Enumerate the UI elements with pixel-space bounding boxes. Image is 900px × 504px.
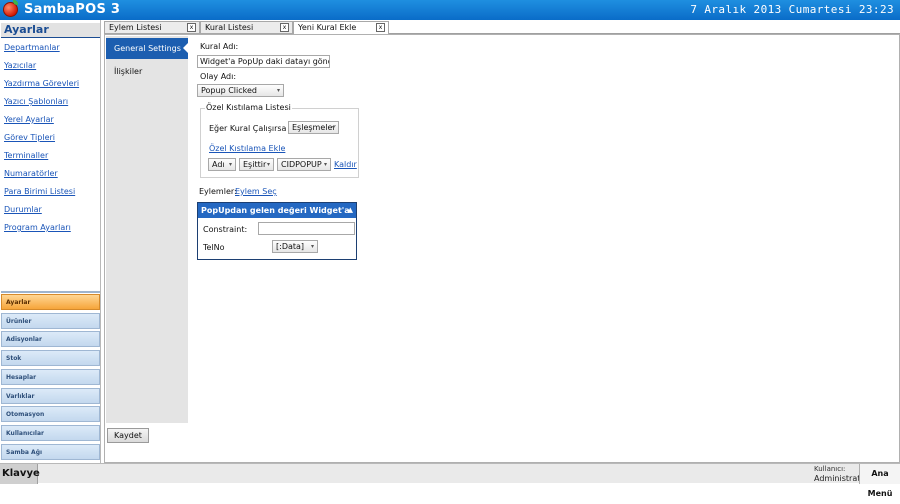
keyboard-button[interactable]: Klavye <box>0 464 40 484</box>
user-label: Kullanıcı: <box>814 465 846 473</box>
add-constraint-link[interactable]: Özel Kıstılama Ekle <box>209 144 285 153</box>
sidebar-link-yazicilar[interactable]: Yazıcılar <box>4 60 79 78</box>
sidebar-link-program-ayarlari[interactable]: Program Ayarları <box>4 222 79 240</box>
nav-button-kullanicilar[interactable]: Kullanıcılar <box>1 425 100 441</box>
sidebar-link-numaratorler[interactable]: Numaratörler <box>4 168 79 186</box>
tomato-logo-icon <box>3 0 18 17</box>
chevron-down-icon: ▾ <box>276 87 280 94</box>
sidebar-link-yazdirma-gorevleri[interactable]: Yazdırma Görevleri <box>4 78 79 96</box>
sidebar-divider <box>1 291 100 293</box>
section-list: General Settings İlişkiler <box>106 36 188 423</box>
nav-button-stok[interactable]: Stok <box>1 350 100 366</box>
tab-kural-listesi[interactable]: Kural Listesi x <box>200 21 293 34</box>
nav-button-ayarlar[interactable]: Ayarlar <box>1 294 100 310</box>
sidebar-link-durumlar[interactable]: Durumlar <box>4 204 79 222</box>
chevron-down-icon: ▾ <box>323 161 327 168</box>
collapse-chevron-icon[interactable]: ▲ <box>348 203 353 218</box>
settings-sidebar: Ayarlar Departmanlar Yazıcılar Yazdırma … <box>0 20 101 463</box>
match-label: Eğer Kural Çalışırsa <box>209 124 287 133</box>
select-action-link[interactable]: Eylem Seç <box>235 187 277 196</box>
tab-eylem-listesi[interactable]: Eylem Listesi x <box>104 21 200 34</box>
event-name-select[interactable]: Popup Clicked ▾ <box>197 84 284 97</box>
constraint-operator-select[interactable]: Eşittir ▾ <box>239 158 274 171</box>
sidebar-link-terminaller[interactable]: Terminaller <box>4 150 79 168</box>
match-select[interactable]: Eşleşmeler ▾ <box>288 121 339 134</box>
title-bar: SambaPOS 3 7 Aralık 2013 Cumartesi 23:23 <box>0 0 900 20</box>
sidebar-link-yazici-sablonlari[interactable]: Yazıcı Şablonları <box>4 96 79 114</box>
status-bar: Klavye Kullanıcı: Administrator Ana Menü <box>0 463 900 498</box>
chevron-down-icon: ▾ <box>310 243 314 250</box>
rule-name-label: Kural Adı: <box>200 42 239 51</box>
close-icon[interactable]: x <box>280 23 289 32</box>
nav-button-samba-agi[interactable]: Samba Ağı <box>1 444 100 460</box>
chevron-down-icon: ▾ <box>266 161 270 168</box>
main-menu-button[interactable]: Ana Menü <box>859 464 900 498</box>
actions-label: Eylemler: <box>199 187 237 196</box>
tab-label: Eylem Listesi <box>109 23 162 32</box>
match-value: Eşleşmeler <box>292 123 336 132</box>
constraint-param-input[interactable] <box>258 222 355 235</box>
constraint-group-title: Özel Kıstılama Listesi <box>205 103 292 112</box>
tab-yeni-kural-ekle[interactable]: Yeni Kural Ekle x <box>293 21 389 35</box>
event-name-value: Popup Clicked <box>201 86 257 95</box>
tab-bar: Eylem Listesi x Kural Listesi x Yeni Kur… <box>104 20 900 35</box>
tab-label: Kural Listesi <box>205 23 254 32</box>
telno-value: [:Data] <box>276 242 305 251</box>
constraint-field-value: Adı <box>212 160 225 169</box>
telno-select[interactable]: [:Data] ▾ <box>272 240 318 253</box>
sidebar-header: Ayarlar <box>1 23 100 38</box>
constraint-value-select[interactable]: CIDPOPUP ▾ <box>277 158 331 171</box>
tab-label: Yeni Kural Ekle <box>298 23 357 32</box>
constraint-operator-value: Eşittir <box>243 160 267 169</box>
sidebar-links: Departmanlar Yazıcılar Yazdırma Görevler… <box>4 42 79 240</box>
nav-button-varliklar[interactable]: Varlıklar <box>1 388 100 404</box>
sidebar-link-gorev-tipleri[interactable]: Görev Tipleri <box>4 132 79 150</box>
save-button[interactable]: Kaydet <box>107 428 149 443</box>
telno-label: TelNo <box>203 243 225 252</box>
action-panel-header[interactable]: PopUpdan gelen değeri Widget'a ata ▲ <box>198 203 356 230</box>
nav-button-urunler[interactable]: Ürünler <box>1 313 100 329</box>
nav-button-otomasyon[interactable]: Otomasyon <box>1 406 100 422</box>
section-general-settings[interactable]: General Settings <box>106 38 188 59</box>
chevron-down-icon: ▾ <box>331 124 335 131</box>
close-icon[interactable]: x <box>376 23 385 32</box>
sidebar-link-departmanlar[interactable]: Departmanlar <box>4 42 79 60</box>
chevron-down-icon: ▾ <box>228 161 232 168</box>
content-area: General Settings İlişkiler Kural Adı: Wi… <box>104 34 900 463</box>
sidebar-link-para-birimi-listesi[interactable]: Para Birimi Listesi <box>4 186 79 204</box>
action-panel: PopUpdan gelen değeri Widget'a ata ▲ Con… <box>197 202 357 260</box>
app-title: SambaPOS 3 <box>24 2 121 17</box>
nav-button-hesaplar[interactable]: Hesaplar <box>1 369 100 385</box>
section-iliskiler[interactable]: İlişkiler <box>114 67 142 76</box>
constraint-group: Özel Kıstılama Listesi Eğer Kural Çalışı… <box>200 103 359 178</box>
sidebar-link-yerel-ayarlar[interactable]: Yerel Ayarlar <box>4 114 79 132</box>
remove-constraint-link[interactable]: Kaldır <box>334 160 357 169</box>
event-name-label: Olay Adı: <box>200 72 237 81</box>
datetime-display: 7 Aralık 2013 Cumartesi 23:23 <box>690 3 894 16</box>
nav-button-adisyonlar[interactable]: Adisyonlar <box>1 331 100 347</box>
constraint-field-select[interactable]: Adı ▾ <box>208 158 236 171</box>
constraint-value: CIDPOPUP <box>281 160 322 169</box>
close-icon[interactable]: x <box>187 23 196 32</box>
constraint-param-label: Constraint: <box>203 225 248 234</box>
rule-name-input[interactable]: Widget'a PopUp daki datayı gönder <box>197 55 330 68</box>
